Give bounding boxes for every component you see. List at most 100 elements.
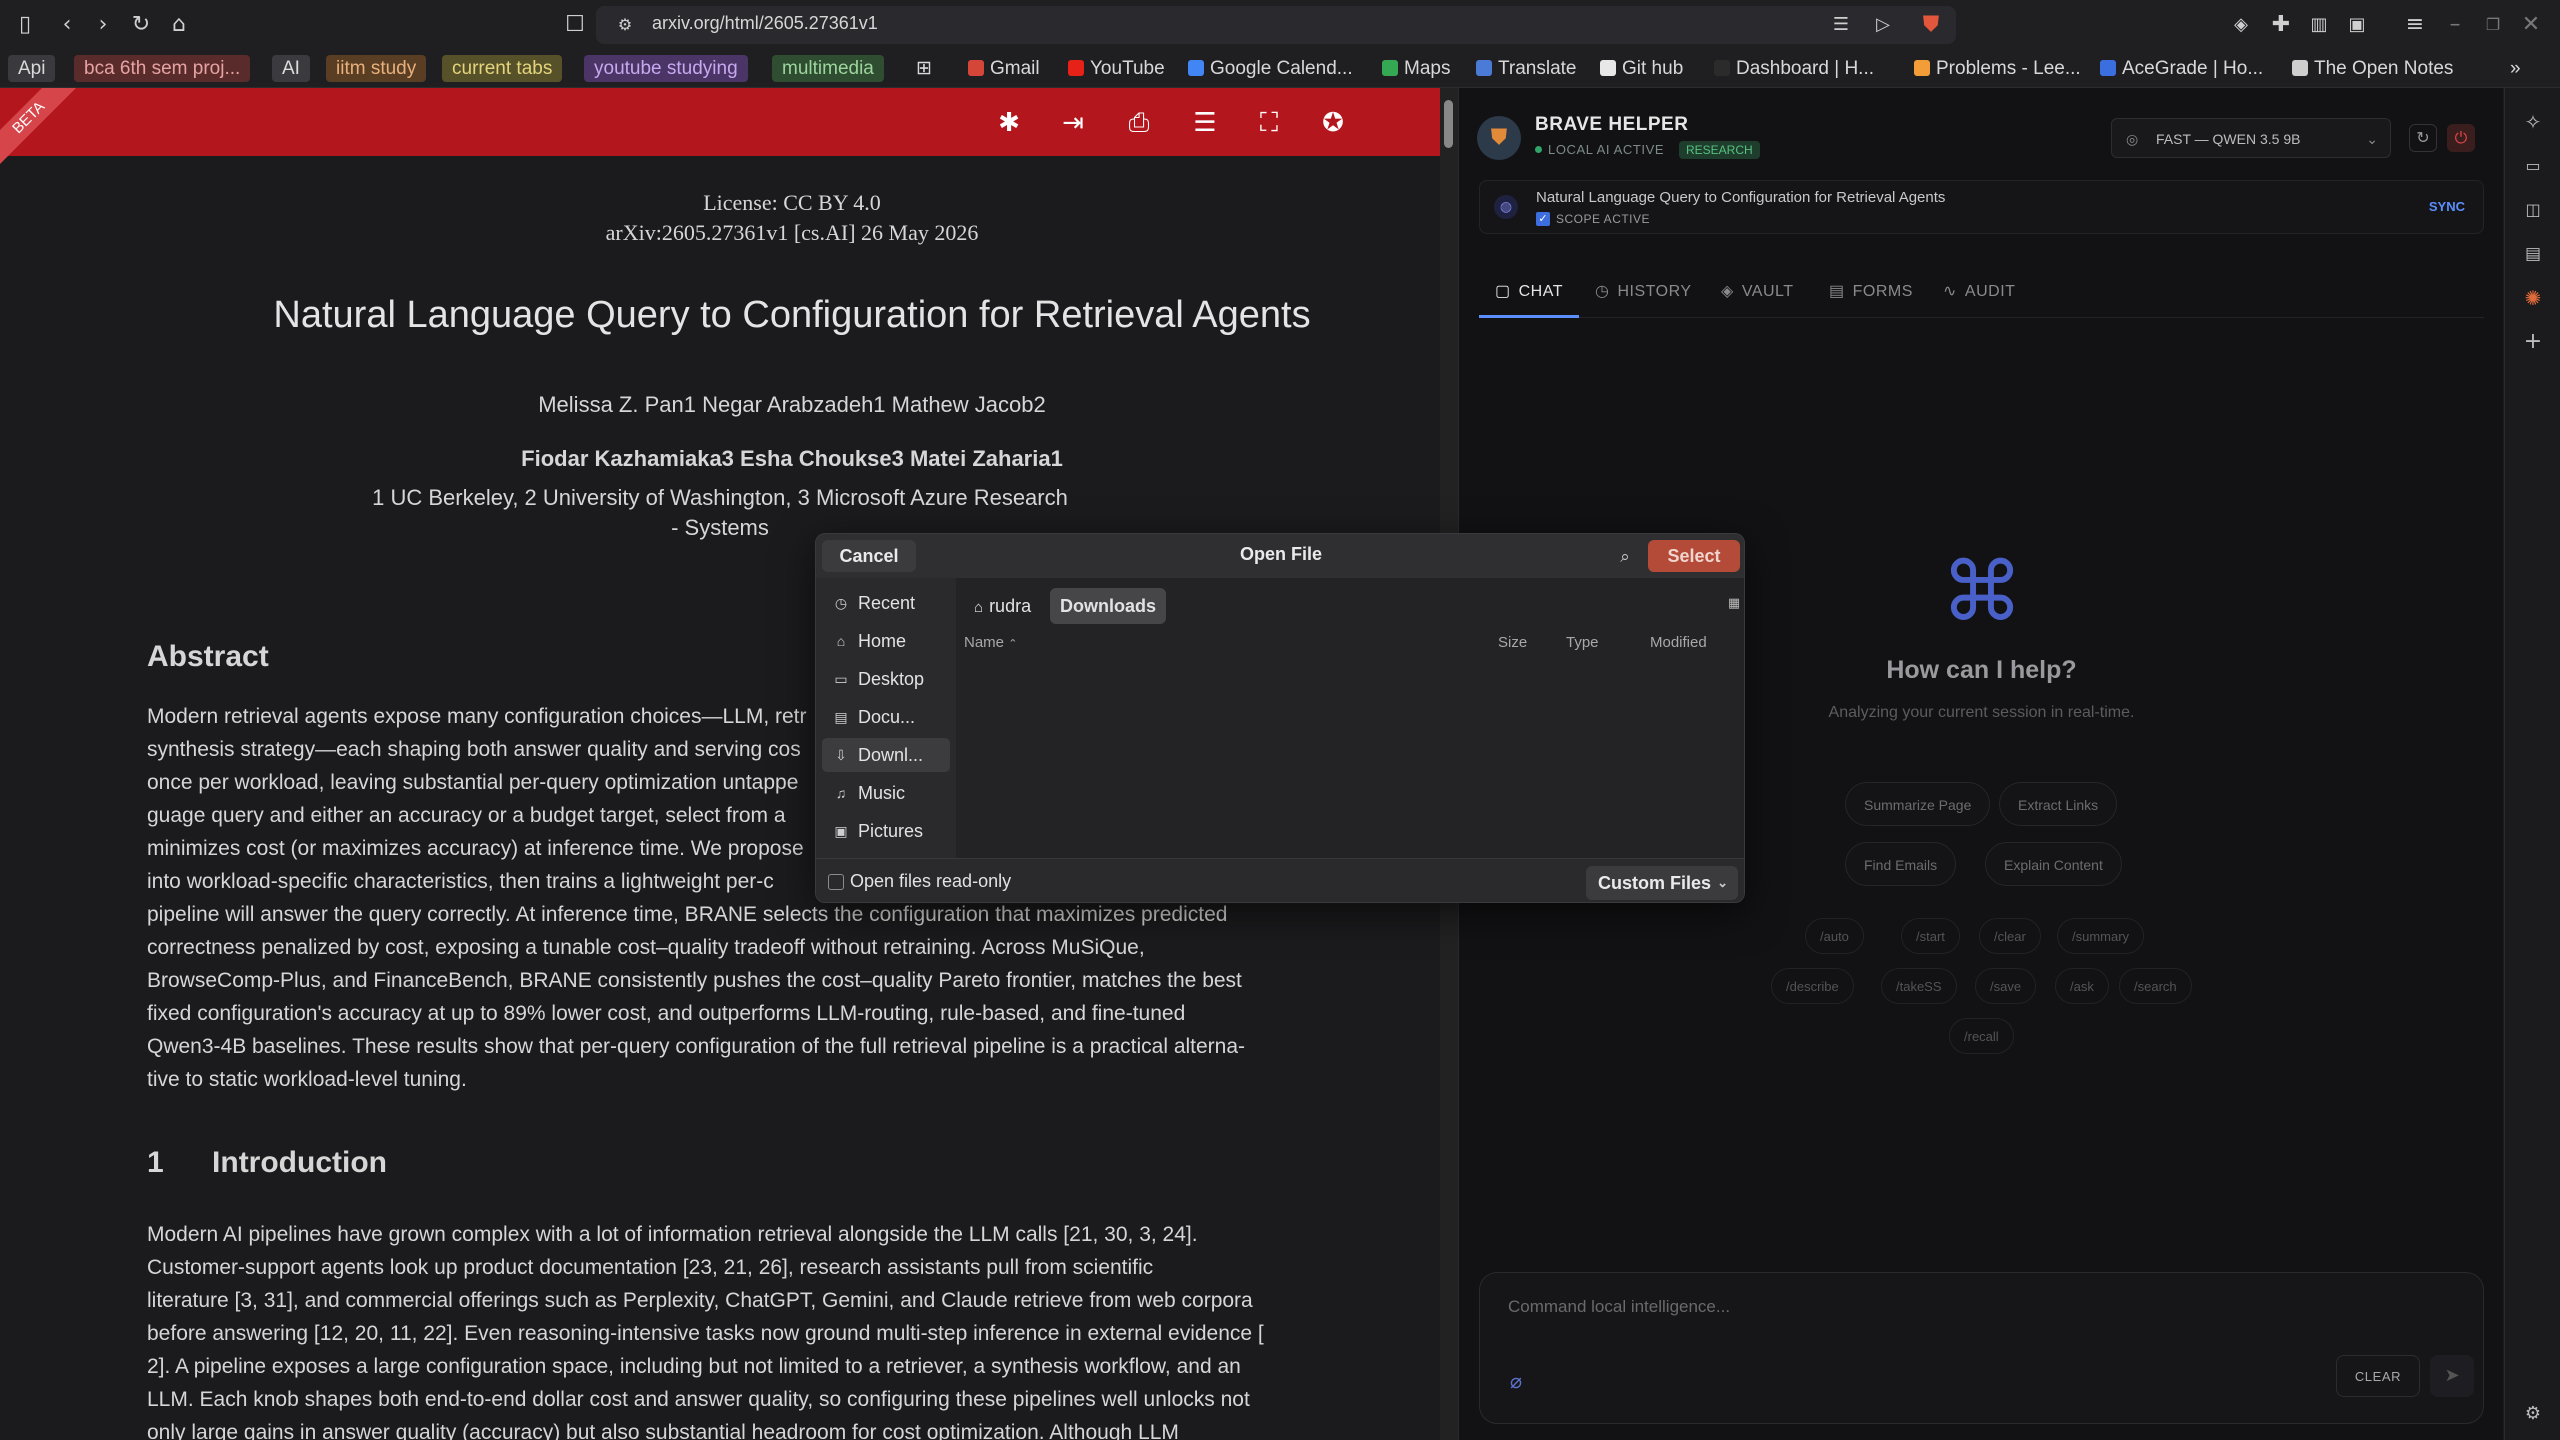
minimize-icon[interactable]: – [2440,10,2470,40]
path-crumb[interactable]: ⌂ rudra [964,588,1041,624]
cancel-button[interactable]: Cancel [822,540,916,572]
bookmark-item[interactable]: AceGrade | Ho... [2090,55,2273,82]
reader-mode-icon[interactable]: ☰ [1826,10,1856,40]
tab-vault[interactable]: ◈ VAULT [1705,272,1795,318]
more-bookmarks-icon[interactable]: » [2500,55,2531,82]
command-chip[interactable]: /takeSS [1881,968,1957,1004]
maximize-icon[interactable]: ❐ [2478,10,2508,40]
bookmark-item[interactable]: Translate [1466,55,1587,82]
tab-history[interactable]: ◷ HISTORY [1579,272,1691,318]
brave-shield-icon[interactable]: ⛊ [1916,10,1946,40]
send-button[interactable]: ➤ [2430,1355,2474,1397]
theme-icon[interactable]: ✪ [1318,108,1348,138]
add-panel-icon[interactable]: + [2519,328,2547,356]
command-input[interactable] [1508,1287,2448,1327]
media-icon[interactable]: ▭ [2519,152,2547,180]
bookmarks-panel-icon[interactable]: ◫ [2519,196,2547,224]
url-text[interactable]: arxiv.org/html/2605.27361v1 [652,13,878,34]
extension-icon[interactable]: ◈ [2226,10,2256,40]
bookmark-icon[interactable]: ☐ [560,10,590,40]
scroll-thumb[interactable] [1444,100,1453,148]
scope-checkbox[interactable]: ✓ [1536,212,1550,226]
power-button[interactable]: ⏻ [2447,124,2475,152]
command-chip[interactable]: /recall [1949,1018,2014,1054]
reload-icon[interactable]: ↻ [126,10,156,40]
select-button[interactable]: Select [1648,540,1740,572]
place-item[interactable]: ◷ Recent [822,586,950,620]
tab-manager-icon[interactable]: ▣ [2342,10,2372,40]
back-icon[interactable]: ‹ [52,10,82,40]
bookmark-item[interactable]: Maps [1372,55,1460,82]
bookmark-item[interactable]: bca 6th sem proj... [74,55,251,82]
puzzle-icon[interactable]: ✚ [2266,10,2296,40]
file-filter-dropdown[interactable]: Custom Files ⌄ [1586,866,1738,900]
place-item[interactable]: ⇩ Downl... [822,738,950,772]
quick-action-button[interactable]: Summarize Page [1845,782,1991,826]
path-crumb[interactable]: Downloads [1050,588,1167,624]
place-item[interactable]: ▣ Pictures [822,814,950,848]
ai-sparkle-icon[interactable]: ✧ [2519,108,2547,136]
column-modified[interactable]: Modified [1650,634,1707,651]
bookmark-item[interactable]: current tabs [442,55,563,82]
command-chip[interactable]: /search [2119,968,2192,1004]
readonly-checkbox[interactable] [828,874,844,890]
apps-grid-icon[interactable]: ⊞ [906,55,942,82]
tab-forms[interactable]: ▤ FORMS [1813,272,1913,318]
forward-icon[interactable]: › [88,10,118,40]
command-chip[interactable]: /save [1975,968,2037,1004]
bookmark-item[interactable]: multimedia [772,55,884,82]
search-icon[interactable]: ⌕ [1612,544,1638,570]
bookmark-item[interactable]: Git hub [1590,55,1693,82]
bookmark-item[interactable]: iitm study [326,55,427,82]
command-chip[interactable]: /auto [1805,918,1864,954]
reading-list-icon[interactable]: ▤ [2519,240,2547,268]
quick-action-button[interactable]: Explain Content [1985,842,2122,886]
bookmark-item[interactable]: Api [8,55,56,82]
tab-chat[interactable]: ▢ CHAT [1479,272,1579,318]
column-name[interactable]: Name ⌃ [964,634,1017,651]
play-icon[interactable]: ▷ [1868,10,1898,40]
bookmark-item[interactable]: Dashboard | H... [1704,55,1884,82]
download-pdf-icon[interactable]: ⎙ [1124,108,1154,138]
home-icon[interactable]: ⌂ [164,10,194,40]
sync-button[interactable]: SYNC [2429,199,2465,214]
back-to-abstract-icon[interactable]: ⇥ [1058,108,1088,138]
command-chip[interactable]: /summary [2057,918,2145,954]
quick-action-button[interactable]: Find Emails [1845,842,1957,886]
bookmark-item[interactable]: youtube studying [584,55,748,82]
fullscreen-icon[interactable]: ⛶ [1254,108,1284,138]
grid-view-icon[interactable]: ▦ [1726,596,1742,612]
sidebar-settings-icon[interactable]: ⚙ [2519,1400,2547,1428]
menu-icon[interactable]: ≡ [2400,10,2430,40]
bookmark-item[interactable]: YouTube [1058,55,1175,82]
place-item[interactable]: ▤ Docu... [822,700,950,734]
bookmark-item[interactable]: Google Calend... [1178,55,1363,82]
filter-label: Custom Files [1598,873,1712,893]
command-chip[interactable]: /ask [2055,968,2109,1004]
refresh-button[interactable]: ↻ [2409,124,2437,152]
bug-report-icon[interactable]: ✱ [994,108,1024,138]
command-chip[interactable]: /start [1901,918,1960,954]
place-item[interactable]: ♫ Music [822,776,950,810]
helper-extension-icon[interactable]: ✺ [2519,284,2547,312]
bookmark-item[interactable]: The Open Notes [2282,55,2463,82]
sidebar-toggle-icon[interactable]: ▯ [10,10,40,40]
command-chip[interactable]: /describe [1771,968,1854,1004]
model-select[interactable]: ◎ FAST — QWEN 3.5 9B ⌄ [2111,118,2391,158]
column-type[interactable]: Type [1566,634,1599,651]
bookmark-item[interactable]: Problems - Lee... [1904,55,2091,82]
attach-icon[interactable]: ⌀ [1510,1369,1522,1393]
clear-button[interactable]: CLEAR [2336,1355,2420,1397]
tab-audit[interactable]: ∿ AUDIT [1927,272,2027,318]
command-chip[interactable]: /clear [1979,918,2041,954]
site-settings-icon[interactable]: ⚙ [610,10,640,40]
table-of-contents-icon[interactable]: ☰ [1190,108,1220,138]
close-window-icon[interactable]: ✕ [2516,10,2546,40]
bookmark-item[interactable]: Gmail [958,55,1050,82]
place-item[interactable]: ⌂ Home [822,624,950,658]
column-size[interactable]: Size [1498,634,1527,651]
split-view-icon[interactable]: ▥ [2304,10,2334,40]
quick-action-button[interactable]: Extract Links [1999,782,2118,826]
bookmark-item[interactable]: AI [272,55,310,82]
place-item[interactable]: ▭ Desktop [822,662,950,696]
